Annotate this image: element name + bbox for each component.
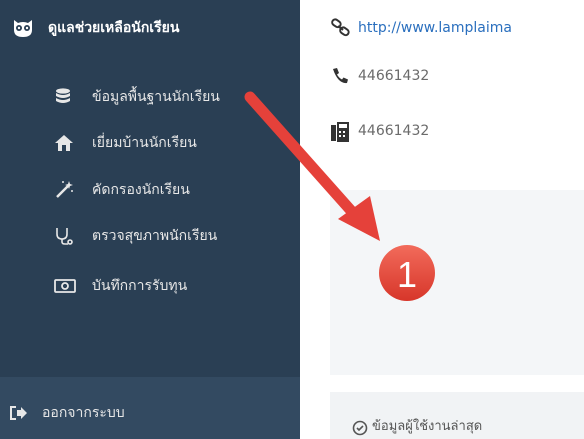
recent-users-title: ข้อมูลผู้ใช้งานล่าสุด — [372, 419, 483, 434]
phone-number: 44661432 — [358, 68, 430, 84]
logout-label: ออกจากระบบ — [42, 405, 125, 421]
sign-out-icon — [8, 404, 28, 422]
website-link[interactable]: http://www.lamplaima — [358, 18, 512, 38]
phone-icon — [330, 66, 352, 86]
sidebar-item-screening[interactable]: คัดกรองนักเรียน — [0, 170, 300, 214]
recent-users-panel: ข้อมูลผู้ใช้งานล่าสุด — [330, 392, 584, 439]
content-panel — [330, 190, 584, 375]
clock-icon — [352, 420, 368, 436]
logout-button[interactable]: ออกจากระบบ — [0, 377, 300, 439]
database-icon — [54, 87, 74, 107]
magic-wand-icon — [54, 180, 74, 200]
sidebar-header-title: ดูแลช่วยเหลือนักเรียน — [48, 20, 180, 36]
sidebar-item-label: ข้อมูลพื้นฐานนักเรียน — [92, 89, 220, 105]
sidebar-item-label: คัดกรองนักเรียน — [92, 182, 190, 198]
money-icon — [54, 276, 76, 296]
sidebar-item-student-info[interactable]: ข้อมูลพื้นฐานนักเรียน — [0, 77, 300, 121]
sidebar-header[interactable]: ดูแลช่วยเหลือนักเรียน — [0, 0, 300, 58]
sidebar-item-scholarship[interactable]: บันทึกการรับทุน — [0, 266, 300, 310]
fax-number: 44661432 — [358, 123, 430, 139]
sidebar-item-health-check[interactable]: ตรวจสุขภาพนักเรียน — [0, 216, 300, 260]
sidebar-item-label: ตรวจสุขภาพนักเรียน — [92, 228, 218, 244]
stethoscope-icon — [54, 226, 74, 246]
fax-icon — [330, 121, 352, 142]
sidebar: ดูแลช่วยเหลือนักเรียน ข้อมูลพื้นฐานนักเร… — [0, 0, 300, 439]
home-icon — [54, 133, 74, 153]
owl-icon — [12, 18, 34, 38]
link-icon — [330, 18, 352, 38]
sidebar-item-label: บันทึกการรับทุน — [92, 278, 188, 294]
sidebar-item-label: เยี่ยมบ้านนักเรียน — [92, 135, 197, 151]
sidebar-item-home-visit[interactable]: เยี่ยมบ้านนักเรียน — [0, 123, 300, 167]
